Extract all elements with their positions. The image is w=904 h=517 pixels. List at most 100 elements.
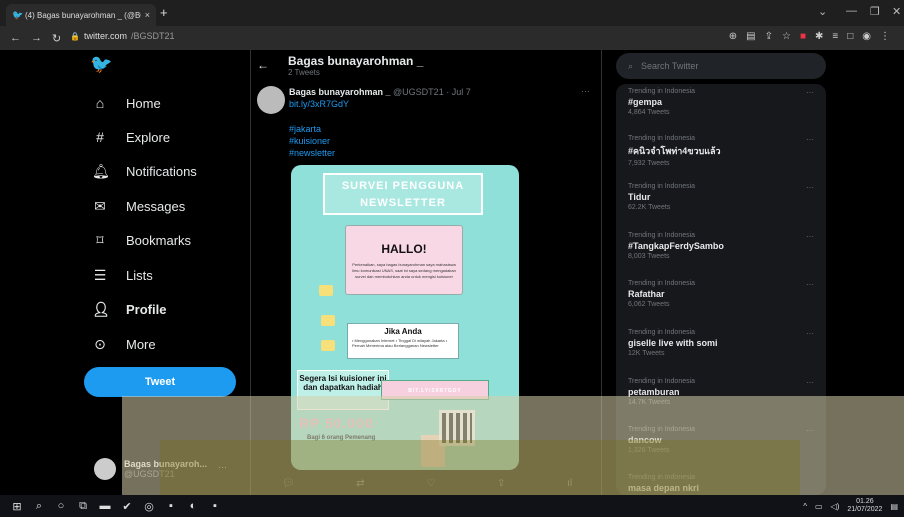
tweet-author[interactable]: Bagas bunayarohman _: [289, 87, 391, 97]
close-window-button[interactable]: ✕: [892, 5, 901, 18]
new-tab-button[interactable]: +: [160, 5, 168, 20]
nav-item-more[interactable]: ⊙ More: [92, 336, 156, 353]
profile-timeline: ← Bagas bunayarohman _ 2 Tweets Bagas bu…: [250, 50, 602, 495]
profile-avatar-icon[interactable]: ◉: [862, 31, 871, 42]
file-explorer-icon[interactable]: ▬: [94, 500, 116, 512]
back-arrow-icon[interactable]: ←: [257, 58, 269, 72]
trend-item[interactable]: Trending in Indonesia Rafathar 6,062 Twe…: [628, 280, 818, 308]
task-view-icon[interactable]: ⧉: [72, 500, 94, 513]
bookmark-star-icon[interactable]: ☆: [782, 31, 791, 42]
url-host: twitter.com: [83, 31, 127, 41]
reply-icon[interactable]: 💬︎: [282, 478, 295, 489]
account-switcher[interactable]: Bagas bunayaroh... @UGSDT21 ···: [94, 458, 227, 480]
nav-item-notifications[interactable]: 🔔︎ Notifications: [92, 163, 197, 180]
tweet-image[interactable]: SURVEI PENGGUNA NEWSLETTER HALLO! Perken…: [291, 165, 519, 470]
nav-item-messages[interactable]: ✉ Messages: [92, 198, 185, 215]
account-handle: @UGSDT21: [124, 469, 175, 479]
share-icon[interactable]: ⇪: [765, 31, 773, 42]
trend-count: 1,326 Tweets: [628, 447, 670, 454]
retweet-icon[interactable]: ⇄: [356, 478, 364, 489]
right-sidebar: ⌕ Search Twitter Trending in Indonesia #…: [616, 50, 828, 495]
reload-icon[interactable]: ↻: [52, 32, 61, 45]
app-icon[interactable]: ✔: [116, 500, 138, 513]
nav-item-bookmarks[interactable]: ⌑ Bookmarks: [92, 232, 191, 249]
install-icon[interactable]: ⊕: [729, 31, 737, 42]
notification-center-icon[interactable]: ▤: [890, 502, 898, 511]
account-more-icon[interactable]: ···: [218, 462, 227, 472]
sidepanel-icon[interactable]: □: [847, 31, 853, 42]
twitter-logo-icon[interactable]: 🐦: [90, 54, 112, 75]
trend-item[interactable]: Trending in Indonesia masa depan nkri: [628, 474, 818, 493]
trend-more-icon[interactable]: ···: [806, 329, 814, 338]
trend-more-icon[interactable]: ···: [806, 232, 814, 241]
excel-icon[interactable]: ▪: [204, 500, 226, 512]
back-arrow-icon[interactable]: ←: [10, 32, 21, 44]
trend-more-icon[interactable]: ···: [806, 426, 814, 435]
nav-item-explore[interactable]: # Explore: [92, 129, 170, 145]
tweet-more-icon[interactable]: ···: [581, 86, 590, 96]
puzzle-icon[interactable]: ✱: [815, 31, 823, 42]
trend-item[interactable]: Trending in Indonesia #TangkapFerdySambo…: [628, 232, 818, 260]
nav-item-lists[interactable]: ☰ Lists: [92, 267, 153, 284]
word-icon[interactable]: ▪: [160, 500, 182, 512]
network-icon[interactable]: ▭: [815, 502, 823, 511]
cortana-icon[interactable]: ○: [50, 500, 72, 512]
poster-jika-title: Jika Anda: [384, 327, 422, 336]
folder-icon: [321, 340, 335, 351]
trend-item[interactable]: Trending in Indonesia petamburan 14.7K T…: [628, 378, 818, 406]
url-field[interactable]: 🔒 twitter.com/BGSDT21: [70, 31, 175, 41]
trend-more-icon[interactable]: ···: [806, 280, 814, 289]
windows-start-icon[interactable]: ⊞: [6, 500, 28, 513]
reading-list-icon[interactable]: ≡: [832, 31, 838, 42]
profile-header: ← Bagas bunayarohman _ 2 Tweets: [251, 50, 603, 82]
trend-item[interactable]: Trending in Indonesia #gempa 4,864 Tweet…: [628, 88, 818, 116]
address-bar: ← → ↻ 🔒 twitter.com/BGSDT21 ⊕ ▤ ⇪ ☆ ■ ✱ …: [0, 26, 904, 50]
tweet-meta: @UGSDT21 · Jul 7: [393, 87, 471, 97]
twitter-page: 🐦 ⌂ Home # Explore 🔔︎ Notifications ✉ Me…: [0, 50, 904, 495]
trend-more-icon[interactable]: ···: [806, 183, 814, 192]
volume-icon[interactable]: ◁): [831, 502, 840, 511]
forward-arrow-icon[interactable]: →: [31, 32, 42, 44]
trend-more-icon[interactable]: ···: [806, 135, 814, 144]
clock[interactable]: 01.26 21/07/2022: [847, 498, 882, 514]
share-icon[interactable]: ⇪: [497, 478, 505, 489]
tray-chevron-icon[interactable]: ^: [803, 502, 807, 511]
tweet-button[interactable]: Tweet: [84, 367, 236, 397]
browser-tab[interactable]: 🐦 (4) Bagas bunayarohman _ (@BG ×: [6, 4, 156, 26]
tab-title: (4) Bagas bunayarohman _ (@BG: [25, 10, 141, 20]
reader-icon[interactable]: ▤: [746, 31, 755, 42]
extension-red-icon[interactable]: ■: [800, 31, 806, 42]
like-icon[interactable]: ♡: [426, 478, 435, 489]
poster-hallo: HALLO!: [381, 242, 427, 256]
tweet-link[interactable]: bit.ly/3xR7GdY: [289, 99, 349, 109]
hashtag-link[interactable]: #newsletter: [289, 148, 335, 158]
bookmark-icon: ⌑: [96, 232, 104, 248]
trend-item[interactable]: Trending in Indonesia #คนิวจำโพท่า4ขวบแล…: [628, 135, 818, 167]
nav-item-home[interactable]: ⌂ Home: [92, 95, 161, 111]
extension-icons: ⊕ ▤ ⇪ ☆ ■ ✱ ≡ □ ◉ ⋮: [729, 31, 890, 42]
tab-search-chevron-icon[interactable]: ⌄: [818, 5, 827, 18]
search-input[interactable]: ⌕ Search Twitter: [616, 53, 826, 79]
tab-close-icon[interactable]: ×: [145, 10, 150, 20]
trend-item[interactable]: Trending in Indonesia giselle live with …: [628, 329, 818, 357]
home-icon: ⌂: [95, 95, 105, 111]
menu-kebab-icon[interactable]: ⋮: [880, 31, 890, 42]
nav-item-profile[interactable]: 👤︎ Profile: [92, 301, 166, 318]
chrome-icon[interactable]: ◎: [138, 500, 160, 513]
trend-item[interactable]: Trending in Indonesia dancow 1,326 Tweet…: [628, 426, 818, 454]
minimize-button[interactable]: —: [846, 5, 857, 17]
hashtag-link[interactable]: #jakarta: [289, 124, 321, 134]
analytics-icon[interactable]: ıl: [567, 478, 572, 489]
trend-more-icon[interactable]: ···: [806, 88, 814, 97]
trend-item[interactable]: Trending in Indonesia Tidur 62.2K Tweets…: [628, 183, 818, 211]
hashtag-link[interactable]: #kuisioner: [289, 136, 330, 146]
maximize-button[interactable]: ❐: [870, 5, 880, 18]
search-icon[interactable]: ⌕: [28, 500, 50, 513]
avatar[interactable]: [257, 86, 285, 114]
trend-count: 4,864 Tweets: [628, 109, 670, 116]
edge-icon[interactable]: ◐: [182, 500, 204, 512]
poster-link-box: BIT.LY/3XR7GDY: [381, 380, 489, 400]
trend-more-icon[interactable]: ···: [806, 378, 814, 387]
search-icon: ⌕: [628, 60, 634, 71]
qr-code-icon: [439, 410, 475, 446]
